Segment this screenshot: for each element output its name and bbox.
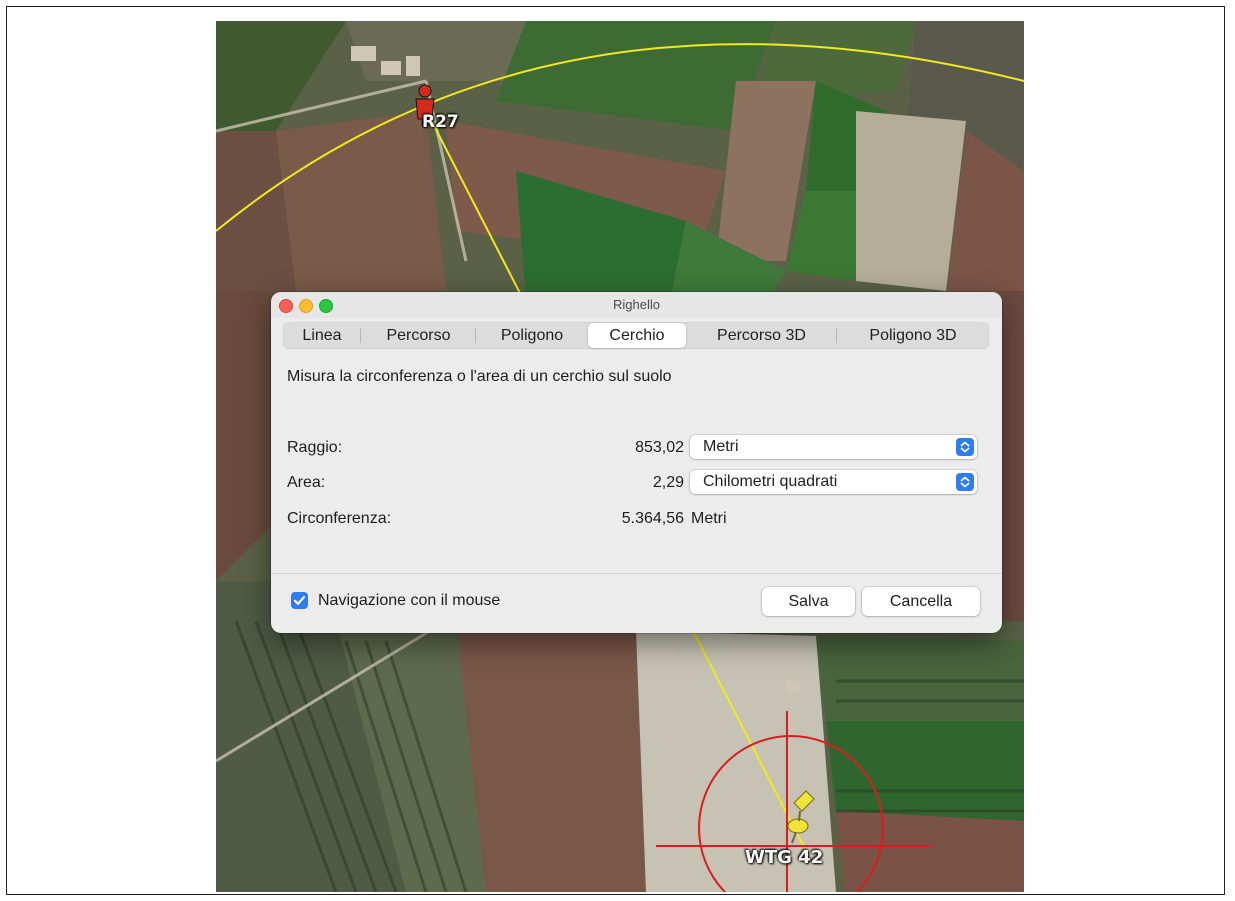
description-text: Misura la circonferenza o l'area di un c… xyxy=(287,368,672,385)
tab-poligono-3d[interactable]: Poligono 3D xyxy=(837,323,989,348)
mouse-navigation-checkbox[interactable] xyxy=(291,592,308,609)
area-label: Area: xyxy=(287,474,326,491)
radius-value: 853,02 xyxy=(635,439,684,456)
circumference-unit: Metri xyxy=(691,510,727,527)
save-button[interactable]: Salva xyxy=(762,587,855,616)
tab-bar: Linea Percorso Poligono Cerchio Percorso… xyxy=(283,322,989,349)
area-unit-value: Chilometri quadrati xyxy=(703,473,838,490)
select-chevron-icon[interactable] xyxy=(956,438,974,456)
tab-poligono[interactable]: Poligono xyxy=(476,323,588,348)
radius-unit-value: Metri xyxy=(703,438,739,455)
mouse-navigation-label[interactable]: Navigazione con il mouse xyxy=(318,592,500,610)
title-bar[interactable]: Righello xyxy=(271,292,1002,318)
circumference-label: Circonferenza: xyxy=(287,510,392,527)
tab-percorso[interactable]: Percorso xyxy=(361,323,476,348)
cancel-button[interactable]: Cancella xyxy=(862,587,980,616)
checkmark-icon xyxy=(293,595,306,605)
tab-percorso-3d[interactable]: Percorso 3D xyxy=(686,323,837,348)
tab-cerchio[interactable]: Cerchio xyxy=(588,323,686,348)
marker-label-wtg42[interactable]: WTG 42 xyxy=(745,847,823,868)
window-title: Righello xyxy=(613,297,660,312)
circumference-value: 5.364,56 xyxy=(621,510,684,527)
area-value: 2,29 xyxy=(652,474,684,491)
ruler-dialog: Righello Linea Percorso Poligono Cerchio… xyxy=(271,292,1002,633)
radius-unit-select[interactable]: Metri xyxy=(690,435,977,459)
tab-linea[interactable]: Linea xyxy=(283,323,361,348)
select-chevron-icon[interactable] xyxy=(956,473,974,491)
radius-label: Raggio: xyxy=(287,439,343,456)
marker-label-r27[interactable]: R27 xyxy=(422,112,459,132)
area-unit-select[interactable]: Chilometri quadrati xyxy=(690,470,977,494)
footer-divider xyxy=(271,573,1002,574)
